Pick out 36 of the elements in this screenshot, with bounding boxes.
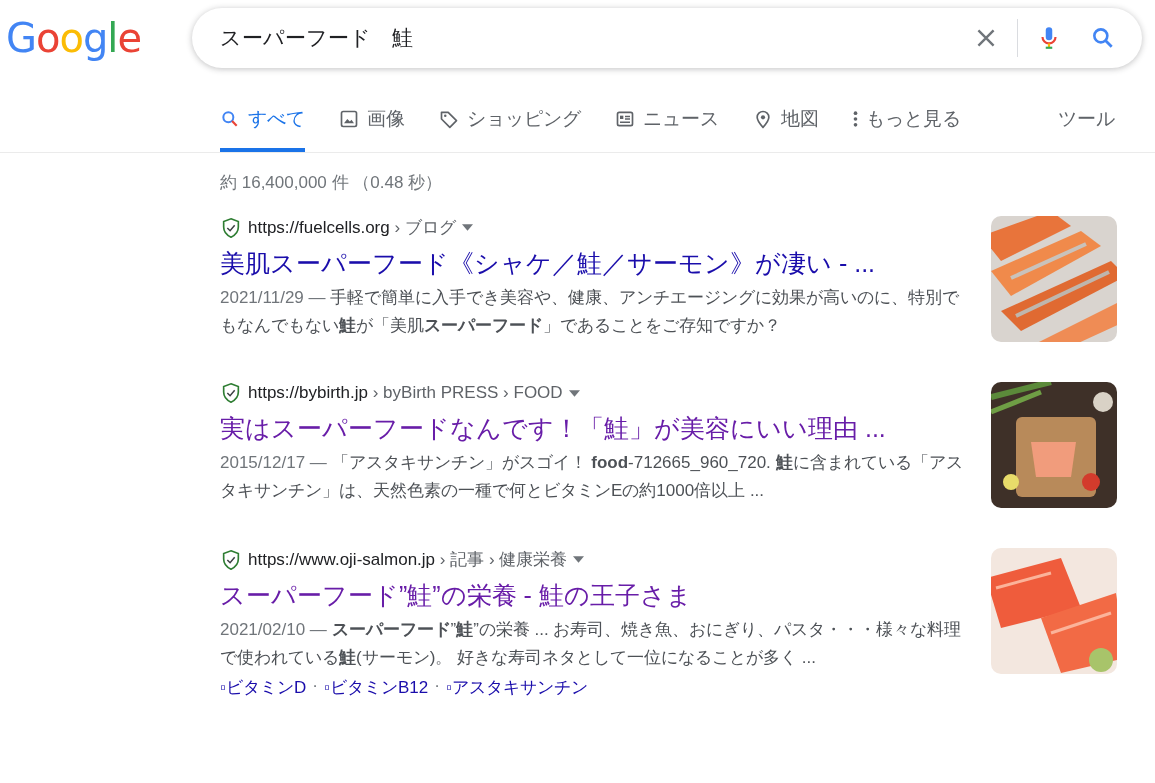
caret-icon[interactable] <box>573 556 585 563</box>
result-snippet: 2021/11/29 — 手軽で簡単に入手でき美容や、健康、アンチエージングに効果が高いのに、特別でもなんでもない鮭が「美肌スーパーフード」であることをご存知ですか？ <box>220 287 961 337</box>
search-icon <box>220 109 240 129</box>
search-tab[interactable]: もっと見る <box>853 106 961 152</box>
more-icon <box>853 109 858 129</box>
shield-icon <box>220 548 242 571</box>
result-url[interactable]: https://fuelcells.org › ブログ <box>248 216 456 239</box>
newspaper-icon <box>615 109 635 129</box>
caret-icon[interactable] <box>461 224 473 231</box>
sitelink[interactable]: ▫ビタミンD <box>220 676 307 699</box>
sitelink[interactable]: ▫ビタミンB12 <box>324 676 429 699</box>
separator-dot: · <box>434 676 440 697</box>
search-tab[interactable]: ニュース <box>615 106 719 152</box>
separator-dot: · <box>312 676 318 697</box>
result-snippet: 2021/02/10 — スーパーフード”鮭”の栄養 ... お寿司、焼き魚、おにぎり、パスタ・・・様々な料理で使われている鮭(サーモン)。 好きな寿司ネタとして一位になることが多く ... <box>220 619 963 669</box>
result-url[interactable]: https://bybirth.jp › byBirth PRESS › FOOD <box>248 383 563 403</box>
caret-icon[interactable] <box>568 389 580 397</box>
result-snippet: 2015/12/17 — 「アスタキサンチン」がスゴイ！ food-712665_960_720. 鮭に含まれている「アスタキサンチン」は、天然色素の一種で何とビタミンEの約1000倍以上 ... <box>220 452 964 502</box>
result-url[interactable]: https://www.oji-salmon.jp › 記事 › 健康栄養 <box>248 548 568 571</box>
result-title-link[interactable]: スーパーフード”鮭”の栄養 - 鮭の王子さま <box>220 579 965 612</box>
result-title-link[interactable]: 実はスーパーフードなんです！「鮭」が美容にいい理由 ... <box>220 412 965 445</box>
google-logo[interactable]: Google <box>6 15 192 61</box>
shield-icon <box>220 216 242 239</box>
shield-icon <box>220 382 242 404</box>
search-tab[interactable]: ショッピング <box>439 106 581 152</box>
sitelink[interactable]: ▫アスタキサンチン <box>445 676 588 699</box>
result-stats: 約 16,400,000 件 （0.48 秒） <box>220 172 444 194</box>
search-tab[interactable]: 地図 <box>753 106 819 152</box>
map-pin-icon <box>753 109 773 129</box>
tag-icon <box>439 109 459 129</box>
search-tab[interactable]: 画像 <box>339 106 405 152</box>
search-tab[interactable]: すべて <box>220 106 305 152</box>
result-title-link[interactable]: 美肌スーパーフード《シャケ／鮭／サーモン》が凄い - ... <box>220 247 965 280</box>
search-query[interactable]: スーパーフード 鮭 <box>220 26 413 49</box>
image-icon <box>339 109 359 129</box>
tools-link[interactable]: ツール <box>1058 106 1115 152</box>
